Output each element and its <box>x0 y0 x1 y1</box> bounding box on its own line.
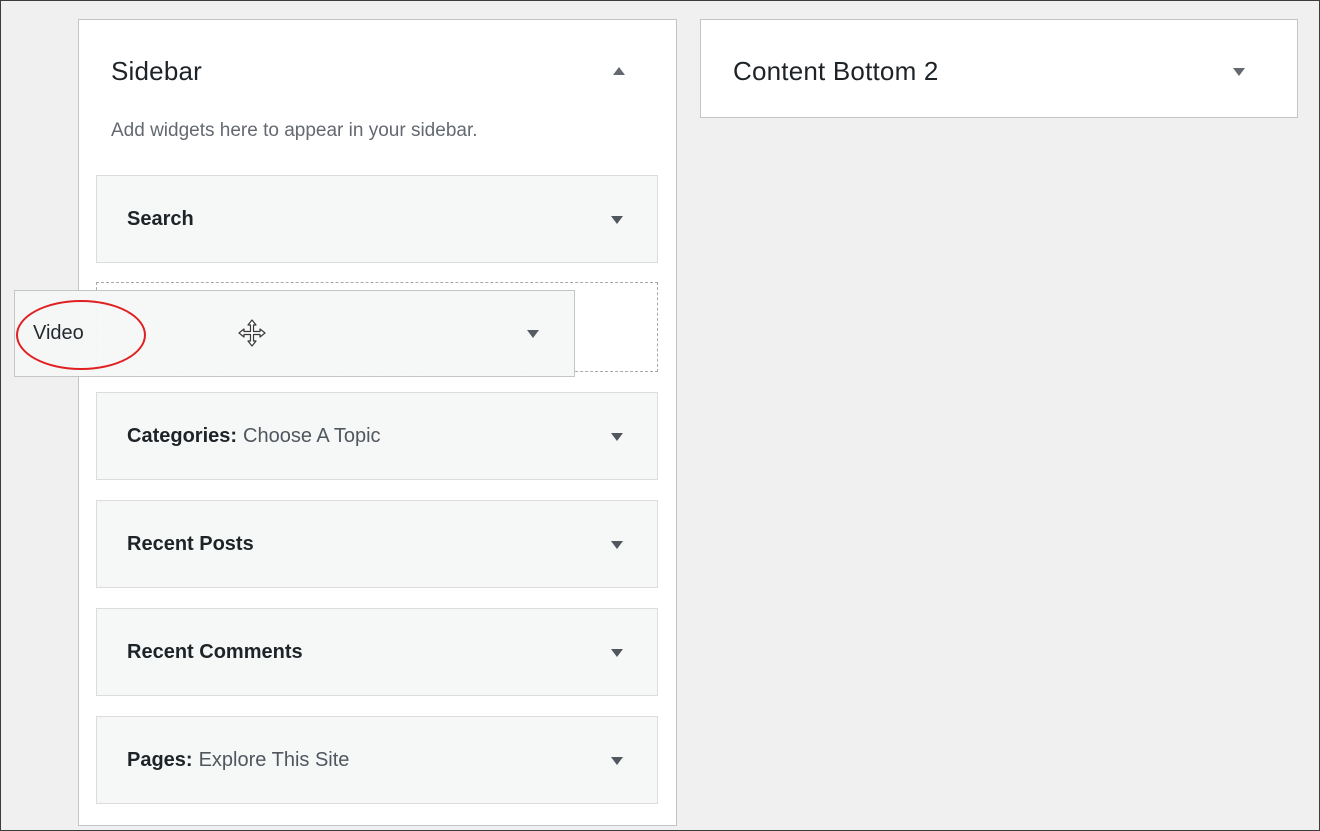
widget-recent-comments[interactable]: Recent Comments <box>96 608 658 696</box>
widget-title-subtitle: Choose A Topic <box>243 424 381 447</box>
expand-arrow-icon[interactable] <box>611 216 623 224</box>
content-bottom-2-title[interactable]: Content Bottom 2 <box>733 56 939 87</box>
widget-title: Categories: Choose A Topic <box>127 393 381 479</box>
widget-categories[interactable]: Categories: Choose A Topic <box>96 392 658 480</box>
widget-title-label: Categories: <box>127 424 238 447</box>
sidebar-area-description: Add widgets here to appear in your sideb… <box>111 120 478 141</box>
widget-title: Search <box>127 176 200 262</box>
widget-title: Recent Comments <box>127 609 309 695</box>
expand-arrow-icon[interactable] <box>527 330 539 338</box>
expand-arrow-icon[interactable] <box>611 649 623 657</box>
widget-title-label: Pages: <box>127 748 193 771</box>
widget-title-label: Recent Posts <box>127 532 254 555</box>
dragging-widget-title: Video <box>33 322 84 344</box>
sidebar-area-title[interactable]: Sidebar <box>111 56 202 87</box>
move-cursor-icon <box>238 319 266 347</box>
collapse-arrow-icon[interactable] <box>613 67 625 75</box>
content-bottom-2-widget-area[interactable]: Content Bottom 2 <box>700 19 1298 118</box>
expand-arrow-icon[interactable] <box>1233 68 1245 76</box>
widget-recent-posts[interactable]: Recent Posts <box>96 500 658 588</box>
widget-title-subtitle: Explore This Site <box>198 748 350 771</box>
widget-title: Recent Posts <box>127 501 260 587</box>
widget-pages[interactable]: Pages: Explore This Site <box>96 716 658 804</box>
widget-search[interactable]: Search <box>96 175 658 263</box>
expand-arrow-icon[interactable] <box>611 541 623 549</box>
expand-arrow-icon[interactable] <box>611 757 623 765</box>
expand-arrow-icon[interactable] <box>611 433 623 441</box>
widget-title-label: Recent Comments <box>127 640 303 663</box>
widget-title: Pages: Explore This Site <box>127 717 349 803</box>
widget-title-label: Search <box>127 207 194 230</box>
dragging-widget-video[interactable]: Video <box>14 290 575 377</box>
